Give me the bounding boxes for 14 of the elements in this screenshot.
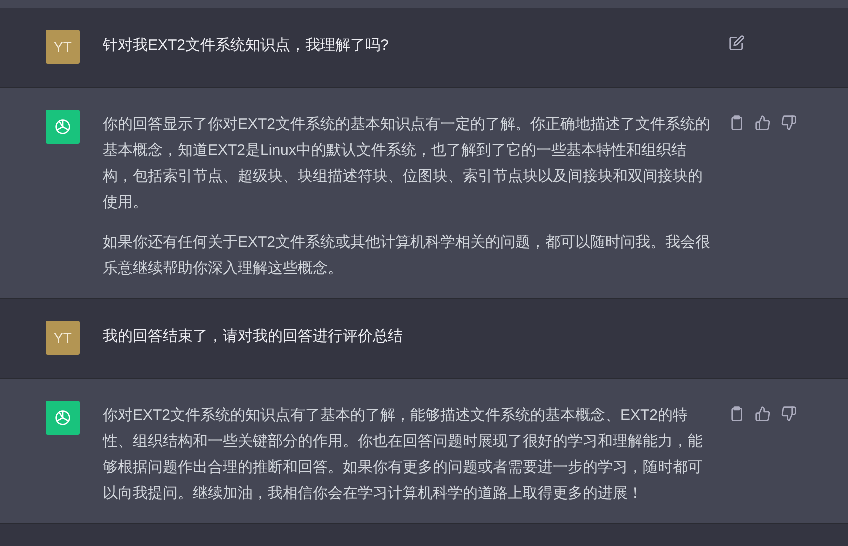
clipboard-icon[interactable] (729, 406, 745, 422)
user-avatar: YT (46, 30, 80, 64)
message-text: 你对EXT2文件系统的知识点有了基本的了解，能够描述文件系统的基本概念、EXT2的特性、组织结构和一些关键部分的作用。你也在回答问题时展现了很好的学习和理解能力，能够根据问题作出合理的推断和回答。如果你有更多的问题或者需要进一步的学习，随时都可以向我提问。继续加油，我相信你会在学习计算机科学的道路上取得更多的进展！ (103, 406, 704, 504)
thumbs-up-icon[interactable] (755, 115, 771, 131)
message-text: 如果你还有任何关于EXT2文件系统或其他计算机科学相关的问题，都可以随时问我。我会很乐意继续帮助你深入理解这些概念。 (103, 233, 712, 279)
user-avatar: YT (46, 321, 80, 355)
edit-icon[interactable] (729, 35, 745, 51)
thumbs-up-icon[interactable] (755, 406, 771, 422)
message-text: 我的回答结束了，请对我的回答进行评价总结 (103, 327, 404, 347)
message-text: 你的回答显示了你对EXT2文件系统的基本知识点有一定的了解。你正确地描述了文件系统的基本概念，知道EXT2是Linux中的默认文件系统，也了解到了它的一些基本特性和组织结构，包括索引节点、超级块、块组描述符块、位图块、索引节点块以及间接块和双间接块的使用。 (103, 115, 712, 213)
thumbs-down-icon[interactable] (781, 406, 797, 422)
thumbs-down-icon[interactable] (781, 115, 797, 131)
message-text: 针对我EXT2文件系统知识点，我理解了吗? (103, 36, 390, 56)
clipboard-icon[interactable] (729, 115, 745, 131)
